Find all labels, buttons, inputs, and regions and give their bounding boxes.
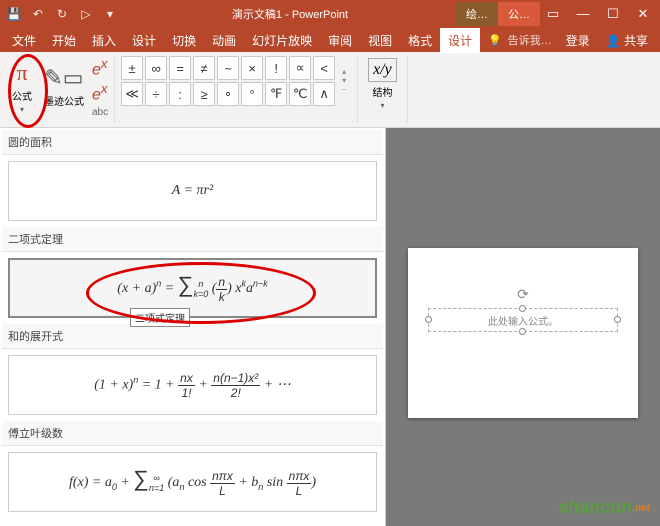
symbol-infinity[interactable]: ∞ bbox=[145, 56, 167, 80]
equation-gallery-panel[interactable]: 圆的面积 A = πr² 二项式定理 (x + a)n = ∑nk=0 (nk)… bbox=[0, 128, 386, 526]
minimize-icon[interactable]: — bbox=[570, 6, 596, 22]
symbol-gallery-more[interactable]: ▴ ▾ ⎯ bbox=[337, 56, 351, 106]
ribbon-group-symbols: ± ∞ = ≠ ~ × ! ∝ < ≪ ÷ : ≥ ∘ ° ℉ ℃ ∧ ▴ bbox=[115, 56, 358, 123]
equation-fourier-series: f(x) = a0 + ∑∞n=1 (an cos nπxL + bn sin … bbox=[69, 466, 316, 497]
gallery-section-area-of-circle: 圆的面积 bbox=[2, 130, 383, 155]
linear-format-button[interactable]: ex bbox=[92, 81, 108, 104]
ink-equation-button[interactable]: ✎▭ 墨迹公式 bbox=[40, 63, 88, 110]
save-icon[interactable]: 💾 bbox=[6, 6, 22, 22]
symbol-divide[interactable]: ÷ bbox=[145, 82, 167, 106]
chevron-up-icon: ▴ bbox=[342, 67, 346, 76]
ribbon: π 公式 ▾ ✎▭ 墨迹公式 ex ex abc ± ∞ = ≠ ~ bbox=[0, 52, 660, 128]
gallery-section-fourier: 傅立叶级数 bbox=[2, 421, 383, 446]
contextual-tabs: 绘… 公… bbox=[456, 2, 540, 26]
gallery-section-sum-expansion: 和的展开式 bbox=[2, 324, 383, 349]
document-title: 演示文稿1 - PowerPoint bbox=[124, 6, 456, 22]
symbol-equals[interactable]: = bbox=[169, 56, 191, 80]
symbol-colon[interactable]: : bbox=[169, 82, 191, 106]
symbol-geq[interactable]: ≥ bbox=[193, 82, 215, 106]
professional-format-button[interactable]: ex bbox=[92, 56, 108, 79]
chevron-down-icon: ▾ bbox=[342, 76, 346, 85]
symbol-ring[interactable]: ∘ bbox=[217, 82, 239, 106]
contextual-equation-tools[interactable]: 公… bbox=[498, 2, 540, 26]
maximize-icon[interactable]: ☐ bbox=[600, 6, 626, 22]
symbol-grid: ± ∞ = ≠ ~ × ! ∝ < ≪ ÷ : ≥ ∘ ° ℉ ℃ ∧ bbox=[121, 56, 335, 106]
tab-animation[interactable]: 动画 bbox=[204, 28, 244, 53]
ribbon-group-structures: x/y 结构 ▾ bbox=[358, 56, 408, 123]
normal-text-button[interactable]: abc bbox=[92, 107, 108, 118]
title-bar: 💾 ↶ ↻ ▷ ▾ 演示文稿1 - PowerPoint 绘… 公… ▭ — ☐… bbox=[0, 0, 660, 28]
dropdown-icon: ⎯ bbox=[342, 85, 346, 95]
tab-transition[interactable]: 切换 bbox=[164, 28, 204, 53]
share-button[interactable]: 👤 共享 bbox=[598, 28, 656, 53]
undo-icon[interactable]: ↶ bbox=[30, 6, 46, 22]
symbol-tilde[interactable]: ~ bbox=[217, 56, 239, 80]
symbol-much-less[interactable]: ≪ bbox=[121, 82, 143, 106]
symbol-factorial[interactable]: ! bbox=[265, 56, 287, 80]
gallery-item-area-of-circle[interactable]: A = πr² bbox=[8, 161, 377, 221]
symbol-fahrenheit[interactable]: ℉ bbox=[265, 82, 287, 106]
gallery-item-binomial-theorem[interactable]: (x + a)n = ∑nk=0 (nk) xkan−k 二项式定理 bbox=[8, 258, 377, 318]
signin-link[interactable]: 登录 bbox=[558, 28, 598, 53]
gallery-item-fourier-series[interactable]: f(x) = a0 + ∑∞n=1 (an cos nπxL + bn sin … bbox=[8, 452, 377, 512]
tab-format[interactable]: 格式 bbox=[400, 28, 440, 53]
ribbon-group-tools: π 公式 ▾ ✎▭ 墨迹公式 ex ex abc bbox=[2, 56, 115, 123]
symbol-wedge[interactable]: ∧ bbox=[313, 82, 335, 106]
slide-editing-area[interactable]: ⟳ 此处输入公式。 bbox=[386, 128, 660, 526]
ribbon-tabs: 文件 开始 插入 设计 切换 动画 幻灯片放映 审阅 视图 格式 设计 💡 告诉… bbox=[0, 28, 660, 52]
equation-area-of-circle: A = πr² bbox=[172, 183, 213, 199]
tab-slideshow[interactable]: 幻灯片放映 bbox=[244, 28, 320, 53]
symbol-degree[interactable]: ° bbox=[241, 82, 263, 106]
lightbulb-icon: 💡 bbox=[488, 34, 502, 47]
tab-insert[interactable]: 插入 bbox=[84, 28, 124, 53]
chevron-down-icon: ▾ bbox=[20, 105, 24, 114]
window-controls: ▭ — ☐ ✕ bbox=[540, 6, 660, 22]
ink-icon: ✎▭ bbox=[44, 65, 83, 91]
slide-canvas[interactable]: ⟳ 此处输入公式。 bbox=[408, 248, 638, 418]
symbol-celsius[interactable]: ℃ bbox=[289, 82, 311, 106]
close-icon[interactable]: ✕ bbox=[630, 6, 656, 22]
rotate-handle-icon[interactable]: ⟳ bbox=[517, 286, 529, 303]
pi-icon: π bbox=[16, 60, 27, 86]
tell-me-input[interactable]: 告诉我… bbox=[502, 32, 558, 48]
gallery-section-binomial: 二项式定理 bbox=[2, 227, 383, 252]
structures-dropdown[interactable]: x/y 结构 ▾ bbox=[364, 56, 401, 112]
redo-icon[interactable]: ↻ bbox=[54, 6, 70, 22]
start-from-beginning-icon[interactable]: ▷ bbox=[78, 6, 94, 22]
equation-dropdown-button[interactable]: π 公式 ▾ bbox=[8, 58, 36, 116]
tab-home[interactable]: 开始 bbox=[44, 28, 84, 53]
tab-file[interactable]: 文件 bbox=[4, 28, 44, 53]
symbol-plus-minus[interactable]: ± bbox=[121, 56, 143, 80]
customize-qat-icon[interactable]: ▾ bbox=[102, 6, 118, 22]
symbol-proportional[interactable]: ∝ bbox=[289, 56, 311, 80]
symbol-not-equals[interactable]: ≠ bbox=[193, 56, 215, 80]
quick-access-toolbar: 💾 ↶ ↻ ▷ ▾ bbox=[0, 6, 124, 22]
contextual-drawing-tools[interactable]: 绘… bbox=[456, 2, 498, 26]
chevron-down-icon: ▾ bbox=[380, 101, 384, 110]
tab-review[interactable]: 审阅 bbox=[320, 28, 360, 53]
equation-placeholder[interactable]: 此处输入公式。 bbox=[428, 308, 618, 332]
content-area: 圆的面积 A = πr² 二项式定理 (x + a)n = ∑nk=0 (nk)… bbox=[0, 128, 660, 526]
resize-handle-top[interactable] bbox=[519, 305, 526, 312]
tab-equation-design[interactable]: 设计 bbox=[440, 28, 480, 53]
watermark: shancun.net bbox=[558, 497, 650, 518]
placeholder-text: 此处输入公式。 bbox=[488, 313, 558, 328]
symbol-times[interactable]: × bbox=[241, 56, 263, 80]
tab-view[interactable]: 视图 bbox=[360, 28, 400, 53]
ribbon-options-icon[interactable]: ▭ bbox=[540, 6, 566, 22]
tooltip-binomial: 二项式定理 bbox=[130, 308, 190, 327]
equation-sum-expansion: (1 + x)n = 1 + nx1! + n(n−1)x²2! + ⋯ bbox=[94, 371, 291, 400]
resize-handle-bottom[interactable] bbox=[519, 328, 526, 335]
symbol-less-than[interactable]: < bbox=[313, 56, 335, 80]
gallery-item-sum-expansion[interactable]: (1 + x)n = 1 + nx1! + n(n−1)x²2! + ⋯ bbox=[8, 355, 377, 415]
equation-binomial-theorem: (x + a)n = ∑nk=0 (nk) xkan−k bbox=[117, 272, 267, 303]
resize-handle-right[interactable] bbox=[614, 316, 621, 323]
resize-handle-left[interactable] bbox=[425, 316, 432, 323]
tab-design[interactable]: 设计 bbox=[124, 28, 164, 53]
fraction-structure-icon: x/y bbox=[368, 58, 397, 82]
share-icon: 👤 bbox=[606, 34, 621, 48]
